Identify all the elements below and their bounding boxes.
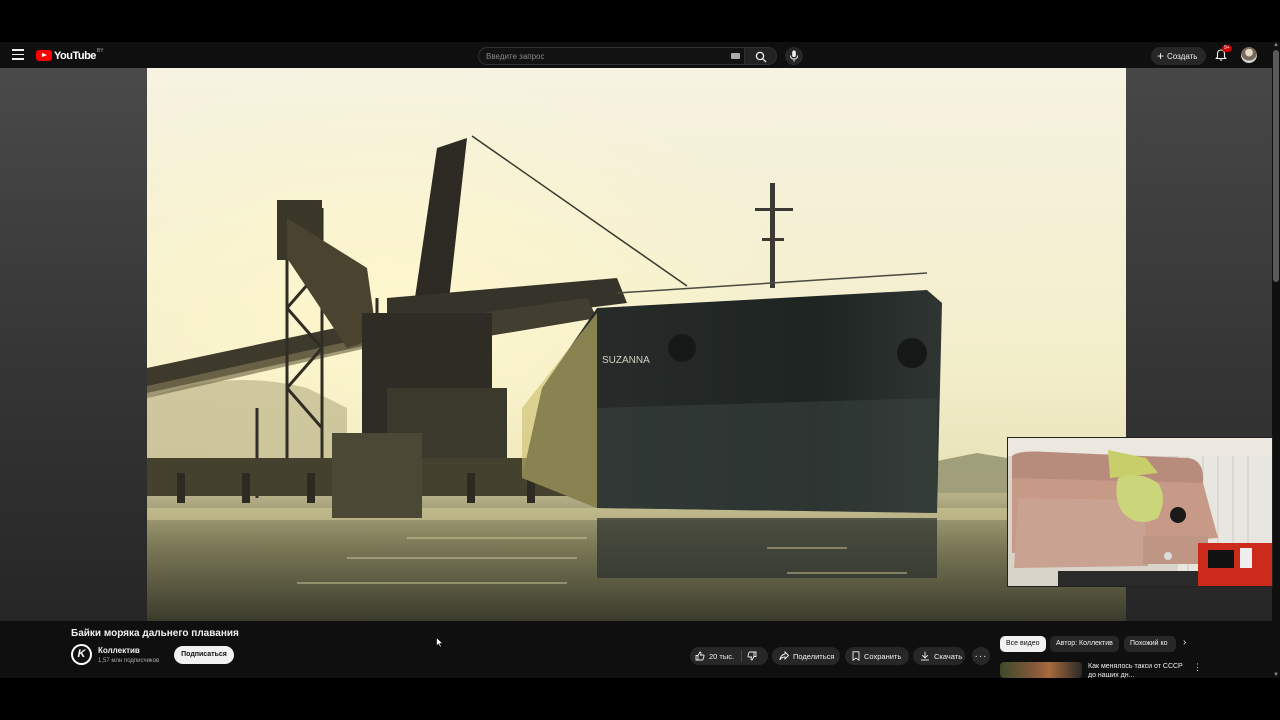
subscribe-button[interactable]: Подписаться bbox=[174, 646, 234, 664]
account-avatar[interactable] bbox=[1241, 47, 1257, 63]
recommendation-item[interactable]: Как менялось такси от СССР до наших дн..… bbox=[1000, 660, 1202, 678]
ambient-left bbox=[0, 68, 147, 621]
plus-icon: + bbox=[1157, 49, 1165, 63]
channel-avatar-letter: K bbox=[77, 648, 86, 660]
video-scene: SUZANNA bbox=[147, 68, 1126, 621]
notification-badge: 9+ bbox=[1222, 45, 1232, 52]
mouse-cursor-icon bbox=[436, 637, 444, 648]
dislike-button[interactable] bbox=[747, 647, 761, 665]
search-icon bbox=[755, 51, 767, 63]
thumbs-down-icon bbox=[747, 651, 757, 661]
download-label: Скачать bbox=[934, 651, 963, 661]
notifications-button[interactable]: 9+ bbox=[1214, 45, 1232, 62]
share-icon bbox=[779, 651, 789, 661]
masthead: YouTube BY + Создать bbox=[0, 42, 1272, 68]
related-chips: Все видео Автор: Коллектив Похожий ко bbox=[1000, 636, 1194, 652]
share-button[interactable]: Поделиться bbox=[772, 647, 840, 665]
webcam-scene bbox=[1008, 438, 1272, 586]
more-vert-icon[interactable]: ⋮ bbox=[1193, 662, 1202, 673]
chip-author[interactable]: Автор: Коллектив bbox=[1050, 636, 1119, 652]
keyboard-icon[interactable] bbox=[731, 53, 740, 59]
microphone-icon bbox=[790, 50, 798, 62]
more-actions-button[interactable]: ··· bbox=[972, 647, 990, 665]
search-button[interactable] bbox=[745, 47, 777, 65]
chip-similar[interactable]: Похожий ко bbox=[1124, 636, 1176, 652]
like-divider bbox=[741, 650, 742, 662]
search-input[interactable] bbox=[486, 51, 716, 62]
search-box bbox=[478, 47, 745, 65]
subscriber-count: 1,57 млн подписчиков bbox=[98, 658, 160, 664]
download-icon bbox=[921, 651, 929, 661]
letterbox-bottom bbox=[0, 678, 1280, 720]
recommendation-thumbnail[interactable] bbox=[1000, 662, 1082, 678]
youtube-logo[interactable]: YouTube BY bbox=[36, 47, 104, 62]
save-button[interactable]: Сохранить bbox=[845, 647, 909, 665]
webcam-overlay bbox=[1007, 437, 1273, 587]
recommendation-title[interactable]: Как менялось такси от СССР до наших дн..… bbox=[1088, 662, 1190, 678]
hamburger-menu-icon[interactable] bbox=[12, 49, 24, 61]
voice-search-button[interactable] bbox=[785, 47, 803, 65]
save-label: Сохранить bbox=[864, 651, 902, 661]
logo-text: YouTube bbox=[54, 49, 96, 62]
channel-avatar[interactable]: K bbox=[71, 644, 92, 665]
scrollbar-thumb[interactable] bbox=[1273, 50, 1279, 282]
create-label: Создать bbox=[1167, 51, 1198, 61]
chevron-right-icon[interactable]: › bbox=[1183, 637, 1186, 648]
like-dislike-group: 20 тыс. bbox=[690, 647, 768, 665]
thumbs-up-icon bbox=[695, 651, 705, 661]
chip-all-videos[interactable]: Все видео bbox=[1000, 636, 1046, 652]
scroll-up-icon[interactable]: ▲ bbox=[1273, 42, 1279, 48]
page-scrollbar[interactable]: ▲ ▼ bbox=[1272, 42, 1280, 678]
create-button[interactable]: + Создать bbox=[1151, 47, 1206, 65]
bookmark-icon bbox=[852, 651, 860, 661]
ship-name: SUZANNA bbox=[602, 355, 650, 366]
share-label: Поделиться bbox=[793, 651, 835, 661]
youtube-play-icon bbox=[36, 50, 52, 61]
letterbox-top bbox=[0, 0, 1280, 42]
channel-name[interactable]: Коллектив bbox=[98, 646, 140, 655]
download-button[interactable]: Скачать bbox=[913, 647, 965, 665]
logo-country-code: BY bbox=[96, 47, 104, 54]
video-frame[interactable]: SUZANNA bbox=[147, 68, 1126, 621]
like-count: 20 тыс. bbox=[709, 651, 735, 661]
like-button[interactable]: 20 тыс. bbox=[695, 647, 734, 665]
